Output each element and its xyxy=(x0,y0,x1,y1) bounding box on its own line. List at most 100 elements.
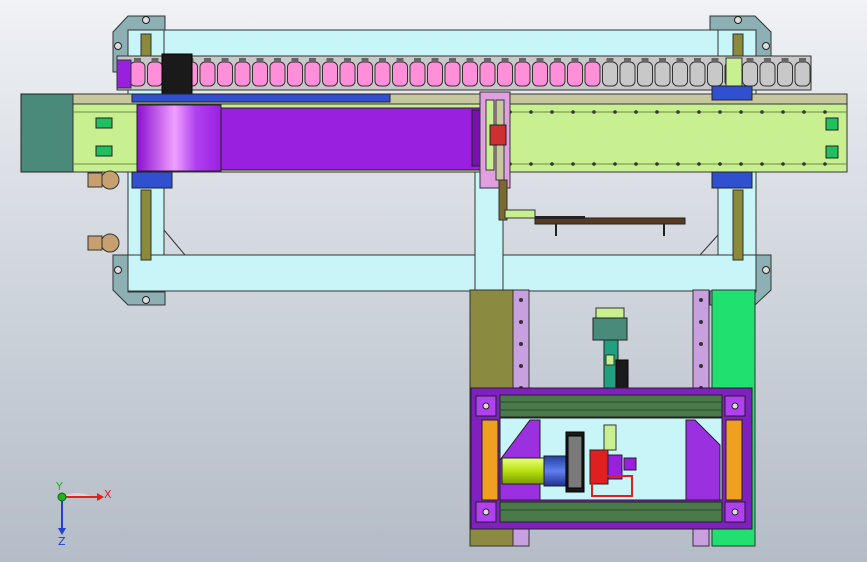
rail-slider-block xyxy=(131,171,173,189)
chain-link xyxy=(322,61,338,87)
bolt xyxy=(731,402,739,410)
assembly-drawing[interactable]: X Y Z xyxy=(0,0,867,562)
bolt xyxy=(697,162,701,166)
pneumatic-fitting xyxy=(100,170,120,190)
chain-link xyxy=(374,61,391,87)
gripper-cylinder[interactable] xyxy=(501,457,547,485)
chain-link xyxy=(672,61,688,87)
bolt xyxy=(823,162,827,166)
bolt xyxy=(718,162,722,166)
rail-slider-block xyxy=(711,85,753,101)
chain-mount-bracket xyxy=(725,57,743,91)
chain-link-tab xyxy=(239,58,246,62)
chain-link-tab xyxy=(676,58,684,62)
chain-link-tab xyxy=(501,58,509,62)
bolt xyxy=(781,110,785,114)
rail-mark xyxy=(519,364,523,368)
bolt xyxy=(142,296,150,304)
bolt xyxy=(482,508,490,516)
chain-link-tab xyxy=(449,58,456,62)
bolt xyxy=(781,162,785,166)
chain-link xyxy=(129,61,146,87)
bolt xyxy=(613,110,617,114)
carriage[interactable] xyxy=(136,104,222,172)
drag-chain[interactable] xyxy=(116,53,812,101)
chain-link xyxy=(742,61,758,87)
chain-slider-block[interactable] xyxy=(161,53,193,101)
beam-top xyxy=(499,394,723,418)
bolt xyxy=(823,110,827,114)
end-block-green xyxy=(825,145,839,159)
rail-mark xyxy=(699,342,703,346)
bolt xyxy=(697,110,701,114)
rail-mark xyxy=(519,342,523,346)
z-actuator[interactable] xyxy=(489,124,507,146)
chain-link xyxy=(777,61,793,87)
bolt xyxy=(592,162,596,166)
bolt xyxy=(482,402,490,410)
chain-link xyxy=(514,61,531,87)
chain-link-tab xyxy=(326,58,334,62)
chain-link-tab xyxy=(274,58,281,62)
chain-link-tab xyxy=(589,58,596,62)
extrusion-left xyxy=(481,419,499,501)
chain-link-tab xyxy=(414,58,421,62)
chain-link-tab xyxy=(291,58,299,62)
frame-bottom-bar xyxy=(127,254,757,292)
bolt xyxy=(762,266,770,274)
chain-link xyxy=(637,61,653,87)
bolt xyxy=(739,162,743,166)
chain-link xyxy=(479,61,496,87)
chain-link-tab xyxy=(694,58,701,62)
chain-link xyxy=(619,61,636,87)
servo-motor[interactable] xyxy=(20,93,74,173)
chain-link xyxy=(304,61,321,87)
chain-link-tab xyxy=(221,58,229,62)
chain-link-tab xyxy=(256,58,264,62)
end-block-green xyxy=(825,117,839,131)
bolt xyxy=(676,110,680,114)
bolt xyxy=(114,266,122,274)
bolt xyxy=(613,162,617,166)
bolt xyxy=(760,162,764,166)
bolt xyxy=(718,110,722,114)
bolt xyxy=(760,110,764,114)
bolt xyxy=(762,42,770,50)
bolt xyxy=(734,16,742,24)
chain-link xyxy=(567,61,583,87)
chain-link-tab xyxy=(641,58,649,62)
chain-link-tab xyxy=(624,58,631,62)
end-block-green xyxy=(95,145,113,157)
chain-link-tab xyxy=(519,58,526,62)
chain-link xyxy=(532,61,548,87)
end-block-green xyxy=(95,117,113,129)
rail-mark xyxy=(699,320,703,324)
orientation-triad[interactable]: X Y Z xyxy=(55,480,112,548)
cad-viewport[interactable]: X Y Z xyxy=(0,0,867,562)
bolt xyxy=(550,162,554,166)
tool-plate xyxy=(504,209,536,219)
pneumatic-fitting xyxy=(100,233,120,253)
bolt xyxy=(739,110,743,114)
chain-link-tab xyxy=(764,58,771,62)
chain-link-tab xyxy=(204,58,211,62)
chain-link xyxy=(234,61,251,87)
chain-link xyxy=(427,61,443,87)
bolt xyxy=(571,110,575,114)
bolt xyxy=(550,110,554,114)
rail-mark xyxy=(519,320,523,324)
guide-rail-right-bottom xyxy=(732,189,744,261)
chain-link-tab xyxy=(484,58,491,62)
beam-bottom xyxy=(499,501,723,523)
guide-rail-left-bottom xyxy=(140,189,152,261)
chain-link xyxy=(462,61,478,87)
bolt xyxy=(529,162,533,166)
chain-link-tab xyxy=(134,58,141,62)
carriage-cover xyxy=(220,107,481,171)
chain-link-tab xyxy=(379,58,386,62)
chain-link xyxy=(497,61,513,87)
chain-link xyxy=(269,61,286,87)
bolt xyxy=(634,162,638,166)
bolt xyxy=(114,42,122,50)
lower-station[interactable] xyxy=(469,289,756,547)
